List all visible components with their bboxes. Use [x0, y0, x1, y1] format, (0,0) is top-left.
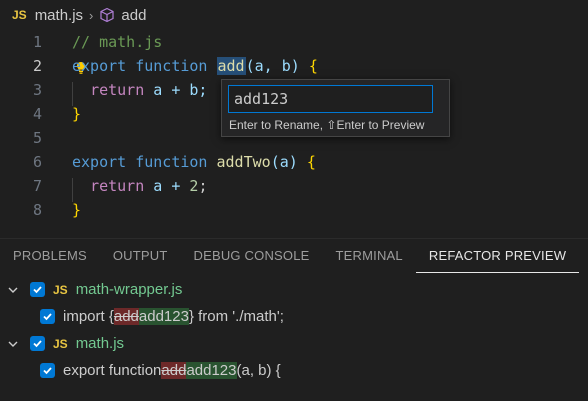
- file-row[interactable]: JS math.js: [6, 330, 124, 357]
- file-row[interactable]: JS math-wrapper.js: [6, 276, 182, 303]
- checkbox[interactable]: [40, 363, 55, 378]
- chevron-down-icon[interactable]: [6, 283, 20, 297]
- tab-debug-console[interactable]: DEBUG CONSOLE: [181, 239, 323, 273]
- change-text-before: export function: [63, 362, 162, 379]
- removed-text: add: [113, 308, 139, 325]
- keyword: return: [90, 177, 145, 195]
- change-row[interactable]: import { add add123 } from './math';: [40, 303, 284, 330]
- line-number: 3: [32, 81, 42, 99]
- tab-terminal[interactable]: TERMINAL: [323, 239, 416, 273]
- rename-widget: add123 Enter to Rename, ⇧Enter to Previe…: [221, 79, 450, 137]
- function-name-selected[interactable]: add: [216, 57, 246, 75]
- breadcrumb: JS math.js › add: [0, 0, 588, 30]
- line-number: 1: [32, 33, 42, 51]
- tab-refactor-preview[interactable]: REFACTOR PREVIEW: [415, 239, 580, 273]
- brace: }: [72, 105, 82, 123]
- check-icon: [33, 286, 42, 294]
- line-number: 5: [32, 129, 42, 147]
- js-file-icon: JS: [53, 336, 68, 351]
- checkbox[interactable]: [30, 336, 45, 351]
- code-line-7: 7 return a + 2;: [0, 174, 588, 198]
- file-name: math-wrapper.js: [75, 281, 183, 298]
- js-file-icon: JS: [12, 8, 27, 22]
- chevron-right-icon: ›: [89, 7, 94, 23]
- brace: {: [308, 57, 318, 75]
- breadcrumb-file[interactable]: math.js: [35, 7, 83, 24]
- code-line-8: 8 }: [0, 198, 588, 222]
- rename-hint: Enter to Rename, ⇧Enter to Preview: [229, 118, 425, 132]
- change-text-after: } from './math';: [188, 308, 284, 325]
- params: (a): [270, 153, 298, 171]
- checkbox[interactable]: [40, 309, 55, 324]
- change-row[interactable]: export function add add123 (a, b) {: [40, 357, 281, 384]
- keyword: function: [135, 153, 208, 171]
- inserted-text: add123: [186, 362, 237, 379]
- check-icon: [43, 367, 52, 375]
- rename-input[interactable]: add123: [228, 85, 433, 113]
- js-file-icon: JS: [53, 282, 68, 297]
- expression: a +: [153, 177, 190, 195]
- line-number: 6: [32, 153, 42, 171]
- expression: a + b;: [153, 81, 208, 99]
- chevron-down-icon[interactable]: [6, 337, 20, 351]
- line-number: 4: [32, 105, 42, 123]
- breadcrumb-symbol[interactable]: add: [121, 7, 146, 24]
- line-number: 8: [32, 201, 42, 219]
- brace: }: [72, 201, 82, 219]
- tab-problems[interactable]: PROBLEMS: [0, 239, 100, 273]
- code-line-2: 2 export function add(a, b) {: [0, 54, 588, 78]
- checkbox[interactable]: [30, 282, 45, 297]
- check-icon: [33, 340, 42, 348]
- keyword: export: [72, 57, 127, 75]
- code-line-6: 6 export function addTwo(a) {: [0, 150, 588, 174]
- params: (a, b): [245, 57, 300, 75]
- panel-tabs: PROBLEMS OUTPUT DEBUG CONSOLE TERMINAL R…: [0, 238, 588, 273]
- change-text-before: import {: [63, 308, 114, 325]
- line-number: 2: [32, 57, 42, 75]
- keyword: function: [135, 57, 208, 75]
- semicolon: ;: [198, 177, 208, 195]
- check-icon: [43, 313, 52, 321]
- change-text-after: (a, b) {: [236, 362, 281, 379]
- keyword: return: [90, 81, 145, 99]
- code-line-1: 1 // math.js: [0, 30, 588, 54]
- keyword: export: [72, 153, 127, 171]
- brace: {: [306, 153, 316, 171]
- comment-text: // math.js: [72, 33, 163, 51]
- inserted-text: add123: [138, 308, 189, 325]
- line-number: 7: [32, 177, 42, 195]
- function-name: addTwo: [216, 153, 271, 171]
- tab-output[interactable]: OUTPUT: [100, 239, 181, 273]
- file-name: math.js: [75, 335, 125, 352]
- removed-text: add: [161, 362, 187, 379]
- symbol-method-icon: [100, 7, 114, 23]
